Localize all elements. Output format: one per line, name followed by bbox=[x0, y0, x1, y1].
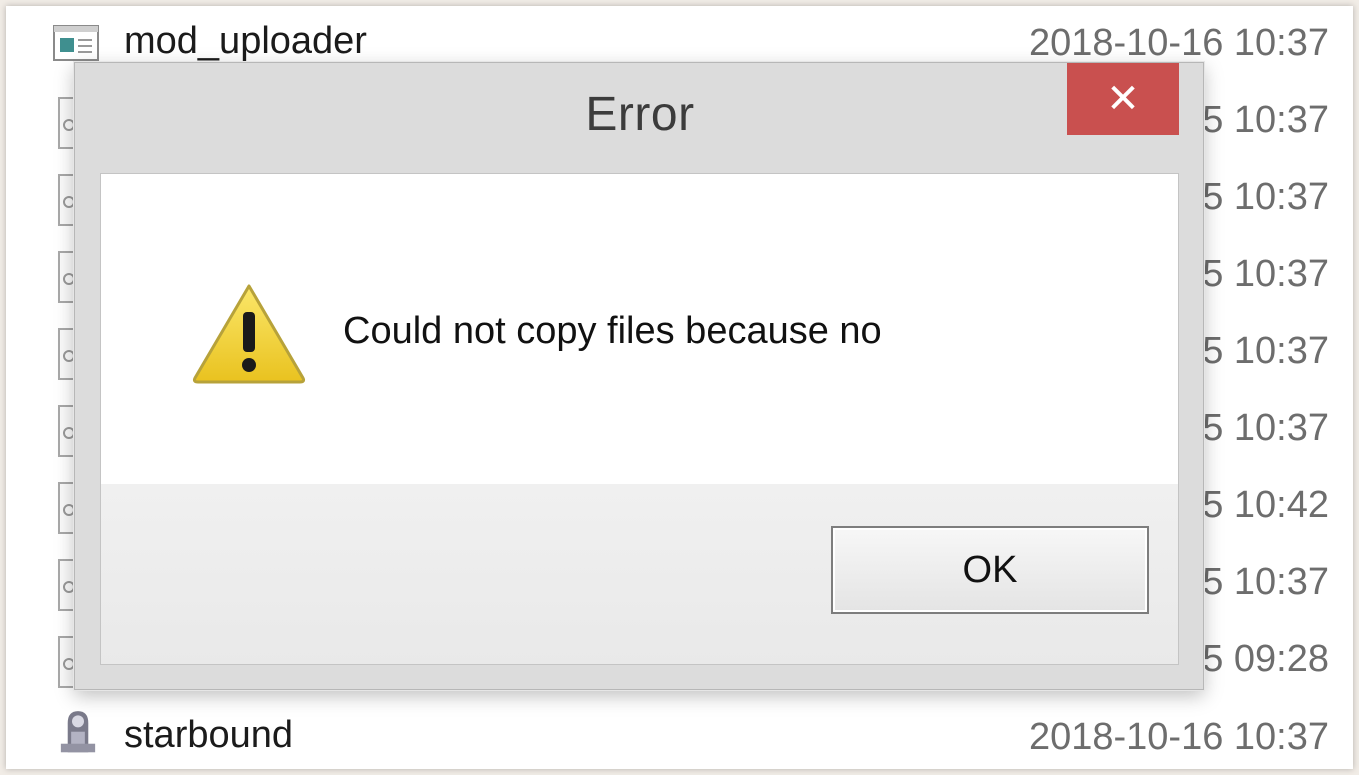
file-date: 2018-10-16 10:37 bbox=[1028, 22, 1329, 64]
starbound-app-icon bbox=[60, 711, 96, 753]
file-date: 5 10:37 bbox=[1202, 407, 1329, 449]
close-icon: ✕ bbox=[1106, 76, 1140, 122]
file-date: 5 10:37 bbox=[1202, 330, 1329, 372]
warning-icon bbox=[192, 284, 306, 384]
file-date: 5 10:37 bbox=[1202, 99, 1329, 141]
button-bar: OK bbox=[101, 484, 1178, 664]
file-date: 5 09:28 bbox=[1202, 638, 1329, 680]
close-button[interactable]: ✕ bbox=[1067, 63, 1179, 135]
ok-button[interactable]: OK bbox=[831, 526, 1149, 614]
file-row-starbound[interactable]: starbound 2018-10-16 10:37 bbox=[6, 702, 1353, 769]
file-date: 5 10:37 bbox=[1202, 253, 1329, 295]
file-date: 5 10:37 bbox=[1202, 176, 1329, 218]
dialog-title: Error bbox=[585, 88, 695, 141]
file-name: starbound bbox=[124, 714, 294, 756]
file-date: 5 10:42 bbox=[1202, 484, 1329, 526]
file-name: mod_uploader bbox=[124, 20, 367, 62]
file-date: 2018-10-16 10:37 bbox=[1028, 716, 1329, 758]
error-message: Could not copy files because no bbox=[343, 310, 882, 352]
application-window-icon bbox=[53, 25, 99, 61]
message-area: Could not copy files because no bbox=[101, 174, 1178, 484]
error-dialog: Error ✕ Could not copy files because no … bbox=[74, 62, 1204, 690]
dialog-body: Could not copy files because no OK bbox=[100, 173, 1179, 665]
file-date: 5 10:37 bbox=[1202, 561, 1329, 603]
